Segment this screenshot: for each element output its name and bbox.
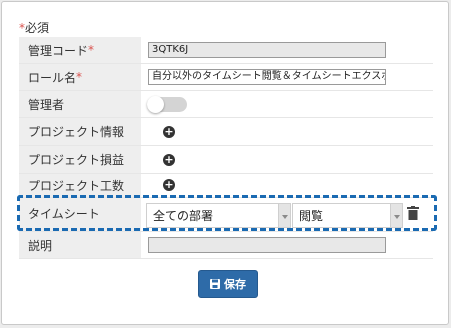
timesheet-scope-select[interactable]: 全ての部署	[146, 203, 291, 228]
add-project-effort-plus-icon[interactable]: +	[163, 179, 175, 191]
save-button[interactable]: 保存	[198, 270, 258, 298]
timesheet-permission-select[interactable]: 閲覧	[292, 203, 403, 228]
save-label: 保存	[224, 278, 246, 291]
add-project-profit-plus-icon[interactable]: +	[163, 154, 175, 166]
role-form-panel: *必須 管理コード * 3QTK6J ロール名 * 自分以外のタイムシート閲覧＆タイ…	[1, 1, 449, 325]
admin-label: 管理者	[19, 91, 141, 117]
required-note: *必須	[19, 19, 49, 36]
code-label: 管理コード *	[19, 37, 141, 63]
admin-toggle[interactable]	[147, 96, 187, 113]
timesheet-scope-value: 全ての部署	[153, 209, 214, 223]
description-input[interactable]	[148, 237, 386, 253]
trash-icon[interactable]	[407, 206, 419, 220]
role-name-label: ロール名 *	[19, 64, 141, 90]
role-name-required-mark: *	[76, 70, 83, 84]
row-role-name: ロール名 * 自分以外のタイムシート閲覧＆タイムシートエクスポート	[19, 64, 433, 91]
description-label: 説明	[19, 232, 141, 258]
project-effort-label: プロジェクト工数	[19, 174, 141, 197]
timesheet-permission-value: 閲覧	[299, 209, 324, 223]
row-code: 管理コード * 3QTK6J	[19, 37, 433, 64]
add-project-info-plus-icon[interactable]: +	[163, 126, 175, 138]
floppy-disk-icon	[210, 279, 220, 289]
project-profit-label: プロジェクト損益	[19, 146, 141, 173]
project-info-label: プロジェクト情報	[19, 118, 141, 145]
code-input[interactable]: 3QTK6J	[148, 42, 386, 58]
row-project-profit: プロジェクト損益 +	[19, 146, 433, 174]
row-description: 説明	[19, 232, 433, 259]
row-timesheet: タイムシート 全ての部署 閲覧	[19, 198, 433, 232]
chevron-down-icon	[390, 204, 402, 227]
timesheet-label: タイムシート	[19, 198, 141, 231]
code-required-mark: *	[88, 43, 95, 57]
required-note-text: 必須	[25, 21, 50, 35]
chevron-down-icon	[278, 204, 290, 227]
role-name-input[interactable]: 自分以外のタイムシート閲覧＆タイムシートエクスポート	[148, 69, 386, 85]
row-project-effort: プロジェクト工数 +	[19, 174, 433, 198]
row-project-info: プロジェクト情報 +	[19, 118, 433, 146]
toggle-knob	[147, 96, 164, 113]
row-admin: 管理者	[19, 91, 433, 118]
